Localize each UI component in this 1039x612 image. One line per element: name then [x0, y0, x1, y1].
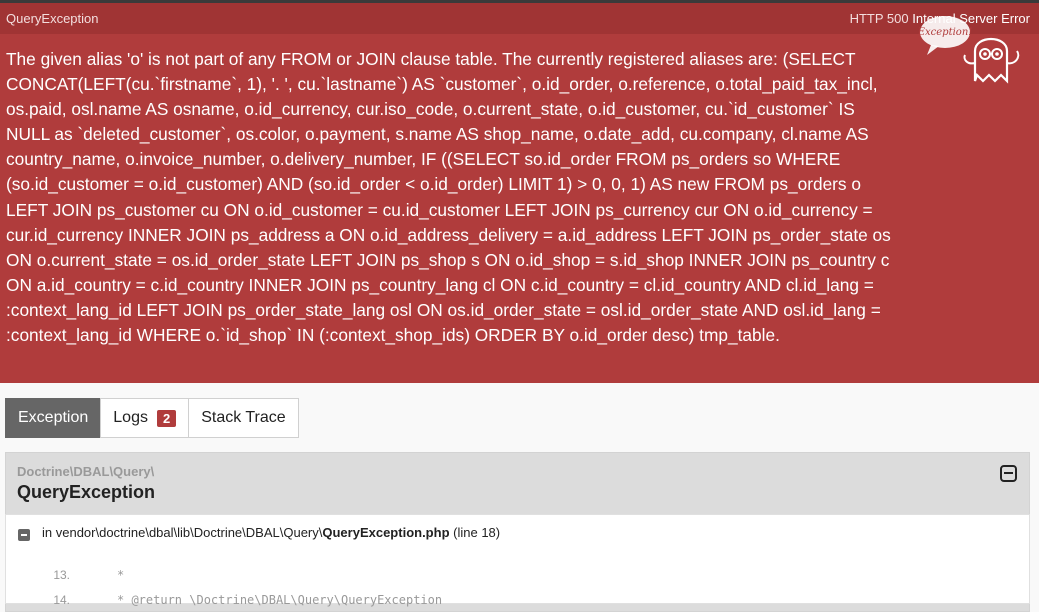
tab-stack-trace-label: Stack Trace	[201, 409, 286, 426]
exception-message-panel: The given alias 'o' is not part of any F…	[0, 34, 1039, 383]
ghost-icon: Exception!	[917, 16, 1020, 84]
collapse-all-button[interactable]	[1000, 465, 1017, 482]
exception-class-name: QueryException	[17, 482, 156, 502]
exception-message: The given alias 'o' is not part of any F…	[6, 49, 891, 346]
trace-line-number: (line 18)	[453, 525, 501, 540]
code-snippet: 13. * 14. * @return \Doctrine\DBAL\Query…	[6, 562, 442, 612]
tab-bar: Exception Logs 2 Stack Trace	[5, 398, 299, 438]
trace-file-path: in vendor\doctrine\dbal\lib\Doctrine\DBA…	[42, 525, 500, 540]
trace-item: in vendor\doctrine\dbal\lib\Doctrine\DBA…	[5, 514, 1030, 607]
ghost-label: Exception!	[917, 27, 972, 38]
tab-logs-label: Logs	[113, 409, 148, 426]
exception-title: QueryException	[6, 11, 99, 26]
trace-path-prefix: in vendor\doctrine\dbal\lib\Doctrine\DBA…	[42, 525, 323, 540]
tab-exception[interactable]: Exception	[5, 398, 102, 438]
tab-exception-label: Exception	[18, 409, 89, 426]
trace-file-name: QueryException.php	[322, 525, 450, 540]
status-code: HTTP 500	[849, 11, 909, 26]
code-line-number: 13.	[53, 567, 70, 582]
tab-stack-trace[interactable]: Stack Trace	[188, 398, 299, 438]
header-bar: QueryException HTTP 500 Internal Server …	[0, 3, 1039, 34]
trace-header[interactable]: in vendor\doctrine\dbal\lib\Doctrine\DBA…	[18, 524, 500, 541]
collapse-icon[interactable]	[18, 529, 30, 541]
code-line-source: *	[117, 567, 125, 582]
code-line: 13. *	[6, 562, 442, 587]
tab-logs[interactable]: Logs 2	[100, 398, 190, 438]
exception-namespace: Doctrine\DBAL\Query\	[17, 464, 155, 479]
logs-count-badge: 2	[156, 409, 177, 427]
